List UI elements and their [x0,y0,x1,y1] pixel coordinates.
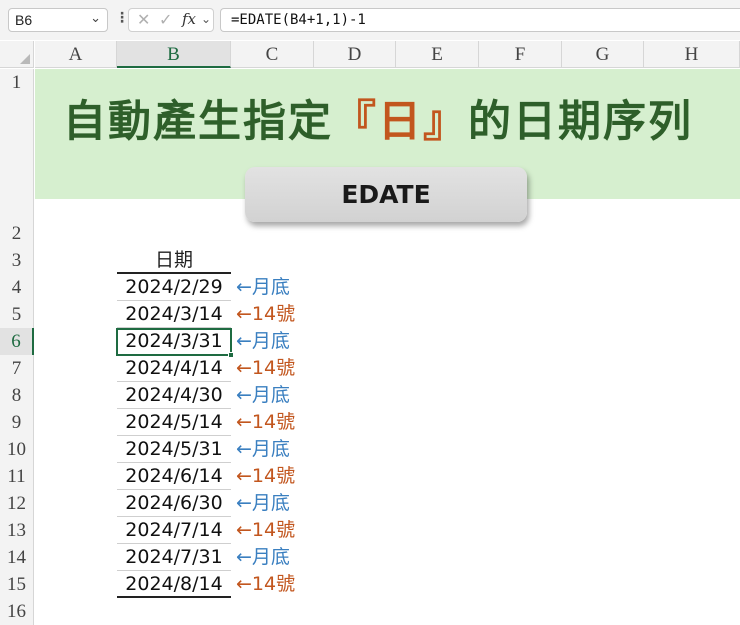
date-cell[interactable]: 2024/7/14 [117,517,231,544]
cancel-icon[interactable]: ✕ [137,10,150,29]
note-cell[interactable]: ←月底 [236,382,290,409]
banner-title-after: 的日期序列 [468,97,693,147]
date-column-header[interactable]: 日期 [117,247,231,274]
row-header-10[interactable]: 10 [0,436,34,463]
row-header-16[interactable]: 16 [0,598,34,625]
column-header-c[interactable]: C [231,41,314,68]
row-header-14[interactable]: 14 [0,544,34,571]
date-cell[interactable]: 2024/2/29 [117,274,231,301]
note-cell[interactable]: ←14號 [236,463,295,490]
chevron-down-icon[interactable]: ⌄ [90,11,101,26]
row-header-15[interactable]: 15 [0,571,34,598]
row-header-11[interactable]: 11 [0,463,34,490]
note-cell[interactable]: ←14號 [236,409,295,436]
date-cell[interactable]: 2024/4/14 [117,355,231,382]
row-header-6[interactable]: 6 [0,328,34,355]
banner-title-highlight: 『日』 [333,97,468,147]
note-cell[interactable]: ←14號 [236,301,295,328]
date-cell[interactable]: 2024/8/14 [117,571,231,598]
note-cell[interactable]: ←月底 [236,274,290,301]
row-header-13[interactable]: 13 [0,517,34,544]
name-box-value: B6 [15,12,33,28]
column-header-b[interactable]: B [117,41,231,68]
column-header-a[interactable]: A [35,41,117,68]
column-header-e[interactable]: E [396,41,479,68]
function-badge: EDATE [245,167,527,222]
note-cell[interactable]: ←14號 [236,355,295,382]
selected-cell-border [116,328,232,356]
banner-title: 自動產生指定『日』的日期序列 [63,87,693,149]
column-header-g[interactable]: G [562,41,644,68]
column-header-h[interactable]: H [644,41,740,68]
date-cell[interactable]: 2024/4/30 [117,382,231,409]
more-options-icon[interactable]: ⋮ [115,10,129,26]
row-header-1[interactable]: 1 [0,69,34,220]
note-cell[interactable]: ←月底 [236,490,290,517]
note-cell[interactable]: ←月底 [236,544,290,571]
row-header-5[interactable]: 5 [0,301,34,328]
formula-bar: B6 ⌄ ⋮ ✕ ✓ fx ⌄ =EDATE(B4+1,1)-1 [0,0,740,40]
fill-handle[interactable] [228,352,234,358]
note-cell[interactable]: ←月底 [236,436,290,463]
function-badge-label: EDATE [341,180,431,209]
column-header-f[interactable]: F [479,41,562,68]
formula-input[interactable]: =EDATE(B4+1,1)-1 [220,8,740,32]
row-header-3[interactable]: 3 [0,247,34,274]
formula-text: =EDATE(B4+1,1)-1 [231,12,366,28]
row-header-7[interactable]: 7 [0,355,34,382]
row-header-4[interactable]: 4 [0,274,34,301]
row-header-12[interactable]: 12 [0,490,34,517]
note-cell[interactable]: ←14號 [236,571,295,598]
row-header-2[interactable]: 2 [0,220,34,247]
date-cell[interactable]: 2024/5/14 [117,409,231,436]
date-cell[interactable]: 2024/6/14 [117,463,231,490]
row-header-9[interactable]: 9 [0,409,34,436]
banner-title-before: 自動產生指定 [63,97,333,147]
insert-function-icon[interactable]: fx [182,10,196,28]
date-cell[interactable]: 2024/7/31 [117,544,231,571]
column-header-d[interactable]: D [314,41,396,68]
check-icon[interactable]: ✓ [159,10,172,29]
date-cell[interactable]: 2024/3/14 [117,301,231,328]
date-cell[interactable]: 2024/5/31 [117,436,231,463]
note-cell[interactable]: ←14號 [236,517,295,544]
note-cell[interactable]: ←月底 [236,328,290,355]
row-header-8[interactable]: 8 [0,382,34,409]
select-all-icon [20,54,30,64]
name-box[interactable]: B6 ⌄ [8,8,108,32]
date-cell[interactable]: 2024/6/30 [117,490,231,517]
formula-buttons: ✕ ✓ fx ⌄ [128,8,214,32]
select-all-button[interactable] [0,41,34,68]
chevron-down-icon[interactable]: ⌄ [201,12,211,26]
